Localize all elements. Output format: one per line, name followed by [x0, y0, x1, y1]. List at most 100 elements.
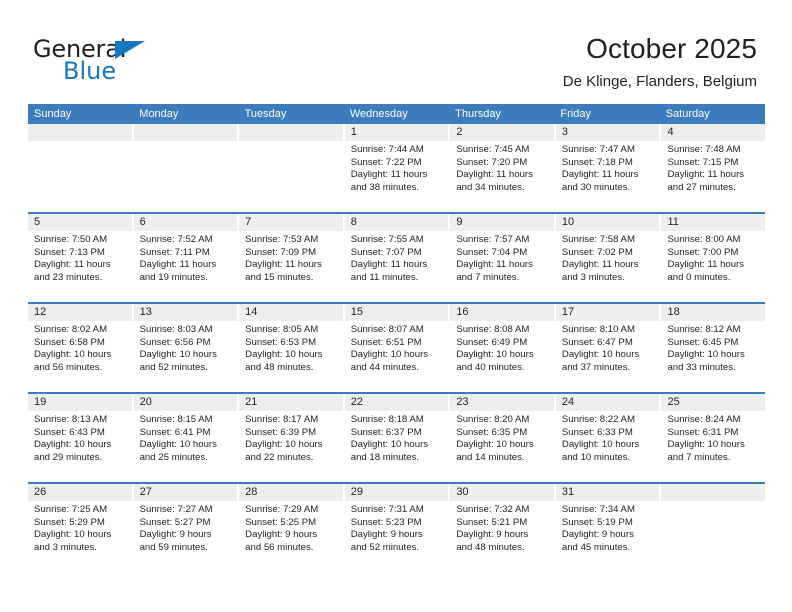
week-cells: 5 Sunrise: 7:50 AM Sunset: 7:13 PM Daylight… [28, 214, 766, 302]
daylight-text: Daylight: 9 hours [139, 529, 212, 541]
day-cell[interactable]: 29 Sunrise: 7:31 AM Sunset: 5:23 PM Dayligh… [344, 484, 451, 572]
day-cell[interactable]: 31 Sunrise: 7:34 AM Sunset: 5:19 PM Dayligh… [555, 484, 662, 572]
sunset-text: Sunset: 6:43 PM [34, 426, 105, 438]
sunset-text: Sunset: 6:35 PM [456, 426, 528, 438]
day-cell[interactable]: 12 Sunrise: 8:02 AM Sunset: 6:58 PM Dayligh… [28, 304, 134, 392]
daylight-text-cont: and 30 minutes. [561, 181, 631, 193]
day-number-band: 17 [555, 304, 660, 321]
day-details [134, 141, 238, 144]
day-number: 6 [139, 216, 146, 228]
day-details: Sunrise: 8:03 AM Sunset: 6:56 PM Daylight:… [134, 321, 238, 374]
daylight-text-cont: and 3 minutes. [34, 541, 97, 553]
day-number: 29 [350, 486, 363, 498]
day-cell[interactable]: 10 Sunrise: 7:58 AM Sunset: 7:02 PM Dayligh… [555, 214, 662, 302]
sunrise-text: Sunrise: 7:34 AM [561, 504, 635, 515]
day-cell-empty [28, 124, 134, 212]
sunrise-text: Sunrise: 8:03 AM [139, 324, 213, 335]
daylight-text: Daylight: 10 hours [667, 439, 745, 451]
sunset-text: Sunset: 7:15 PM [667, 156, 739, 168]
calendar-week-row: 19 Sunrise: 8:13 AM Sunset: 6:43 PM Dayligh… [28, 392, 766, 482]
day-number-band: 31 [555, 484, 660, 501]
day-number-band: 1 [344, 124, 449, 141]
brand-logo[interactable]: General Blue [33, 36, 233, 88]
day-cell[interactable]: 19 Sunrise: 8:13 AM Sunset: 6:43 PM Dayligh… [28, 394, 134, 482]
day-cell[interactable]: 17 Sunrise: 8:10 AM Sunset: 6:47 PM Dayligh… [555, 304, 662, 392]
day-details: Sunrise: 7:32 AM Sunset: 5:21 PM Daylight:… [450, 501, 554, 554]
daylight-text: Daylight: 10 hours [139, 439, 217, 451]
sunset-text: Sunset: 7:07 PM [350, 246, 422, 258]
day-details: Sunrise: 8:13 AM Sunset: 6:43 PM Daylight:… [28, 411, 132, 464]
sunrise-text: Sunrise: 7:27 AM [139, 504, 213, 515]
sunrise-text: Sunrise: 7:58 AM [561, 234, 635, 245]
calendar-week-row: 1 Sunrise: 7:44 AM Sunset: 7:22 PM Daylight… [28, 124, 766, 212]
day-cell[interactable]: 15 Sunrise: 8:07 AM Sunset: 6:51 PM Dayligh… [344, 304, 451, 392]
day-number: 18 [667, 306, 680, 318]
location-subtitle: De Klinge, Flanders, Belgium [562, 73, 757, 90]
day-cell[interactable]: 23 Sunrise: 8:20 AM Sunset: 6:35 PM Dayligh… [450, 394, 556, 482]
day-details: Sunrise: 7:31 AM Sunset: 5:23 PM Daylight:… [345, 501, 449, 554]
day-details: Sunrise: 8:15 AM Sunset: 6:41 PM Daylight:… [134, 411, 238, 464]
day-number-band: 28 [239, 484, 343, 501]
day-number: 24 [561, 396, 575, 408]
daylight-text-cont: and 59 minutes. [139, 541, 208, 553]
title-block: October 2025 De Klinge, Flanders, Belgiu… [563, 32, 757, 91]
day-cell[interactable]: 6 Sunrise: 7:52 AM Sunset: 7:11 PM Daylight… [133, 214, 240, 302]
brand-name-blue: Blue [63, 57, 117, 85]
day-cell[interactable]: 28 Sunrise: 7:29 AM Sunset: 5:25 PM Dayligh… [239, 484, 345, 572]
day-number: 8 [350, 216, 357, 228]
day-cell[interactable]: 16 Sunrise: 8:08 AM Sunset: 6:49 PM Dayligh… [450, 304, 556, 392]
day-number-band: 19 [28, 394, 132, 411]
daylight-text: Daylight: 10 hours [456, 439, 534, 451]
day-number-band: 24 [555, 394, 660, 411]
daylight-text-cont: and 22 minutes. [245, 451, 314, 463]
sunrise-text: Sunrise: 8:05 AM [245, 324, 319, 335]
day-number-band: 21 [239, 394, 343, 411]
sunrise-text: Sunrise: 8:22 AM [561, 414, 635, 425]
day-cell[interactable]: 4 Sunrise: 7:48 AM Sunset: 7:15 PM Daylight… [661, 124, 766, 212]
day-cell[interactable]: 11 Sunrise: 8:00 AM Sunset: 7:00 PM Dayligh… [661, 214, 766, 302]
day-details: Sunrise: 7:25 AM Sunset: 5:29 PM Daylight:… [28, 501, 132, 554]
sunset-text: Sunset: 6:53 PM [245, 336, 317, 348]
day-cell[interactable]: 20 Sunrise: 8:15 AM Sunset: 6:41 PM Dayligh… [133, 394, 240, 482]
day-cell[interactable]: 27 Sunrise: 7:27 AM Sunset: 5:27 PM Dayligh… [133, 484, 240, 572]
day-cell[interactable]: 8 Sunrise: 7:55 AM Sunset: 7:07 PM Daylight… [344, 214, 451, 302]
sunset-text: Sunset: 6:51 PM [350, 336, 422, 348]
daylight-text: Daylight: 9 hours [456, 529, 529, 541]
daylight-text: Daylight: 11 hours [456, 169, 533, 181]
day-details: Sunrise: 7:53 AM Sunset: 7:09 PM Daylight:… [239, 231, 343, 284]
sunrise-text: Sunrise: 7:25 AM [34, 504, 108, 515]
day-cell[interactable]: 9 Sunrise: 7:57 AM Sunset: 7:04 PM Daylight… [450, 214, 556, 302]
day-number-band: 18 [661, 304, 766, 321]
daylight-text-cont: and 40 minutes. [456, 361, 525, 373]
day-cell[interactable]: 2 Sunrise: 7:45 AM Sunset: 7:20 PM Daylight… [450, 124, 556, 212]
day-cell[interactable]: 5 Sunrise: 7:50 AM Sunset: 7:13 PM Daylight… [28, 214, 134, 302]
day-cell[interactable]: 25 Sunrise: 8:24 AM Sunset: 6:31 PM Dayligh… [661, 394, 766, 482]
sunrise-text: Sunrise: 8:12 AM [667, 324, 741, 335]
day-number: 21 [245, 396, 258, 408]
day-cell[interactable]: 3 Sunrise: 7:47 AM Sunset: 7:18 PM Daylight… [555, 124, 662, 212]
day-cell[interactable]: 18 Sunrise: 8:12 AM Sunset: 6:45 PM Dayligh… [661, 304, 766, 392]
day-cell[interactable]: 21 Sunrise: 8:17 AM Sunset: 6:39 PM Dayligh… [239, 394, 345, 482]
day-cell[interactable]: 1 Sunrise: 7:44 AM Sunset: 7:22 PM Daylight… [344, 124, 451, 212]
daylight-text: Daylight: 11 hours [561, 169, 639, 181]
day-details: Sunrise: 8:12 AM Sunset: 6:45 PM Daylight:… [661, 321, 765, 374]
day-cell[interactable]: 22 Sunrise: 8:18 AM Sunset: 6:37 PM Dayligh… [344, 394, 451, 482]
day-number: 15 [350, 306, 363, 318]
sunrise-text: Sunrise: 7:50 AM [34, 234, 108, 245]
daylight-text-cont: and 56 minutes. [34, 361, 103, 373]
day-cell[interactable]: 14 Sunrise: 8:05 AM Sunset: 6:53 PM Dayligh… [239, 304, 345, 392]
calendar-page: General Blue October 2025 De Klinge, Fla… [0, 0, 792, 612]
day-cell[interactable]: 26 Sunrise: 7:25 AM Sunset: 5:29 PM Dayligh… [28, 484, 134, 572]
daylight-text-cont: and 3 minutes. [561, 271, 625, 283]
day-number-band: 10 [555, 214, 660, 231]
calendar-body: 1 Sunrise: 7:44 AM Sunset: 7:22 PM Daylight… [28, 124, 766, 572]
day-number: 17 [561, 306, 575, 318]
day-number-band: 11 [661, 214, 766, 231]
day-cell[interactable]: 24 Sunrise: 8:22 AM Sunset: 6:33 PM Dayligh… [555, 394, 662, 482]
day-cell[interactable]: 13 Sunrise: 8:03 AM Sunset: 6:56 PM Dayligh… [133, 304, 240, 392]
day-details: Sunrise: 8:18 AM Sunset: 6:37 PM Daylight:… [345, 411, 449, 464]
day-number-band [661, 484, 766, 501]
daylight-text: Daylight: 10 hours [139, 349, 217, 361]
day-cell[interactable]: 7 Sunrise: 7:53 AM Sunset: 7:09 PM Daylight… [239, 214, 345, 302]
day-cell[interactable]: 30 Sunrise: 7:32 AM Sunset: 5:21 PM Dayligh… [450, 484, 556, 572]
